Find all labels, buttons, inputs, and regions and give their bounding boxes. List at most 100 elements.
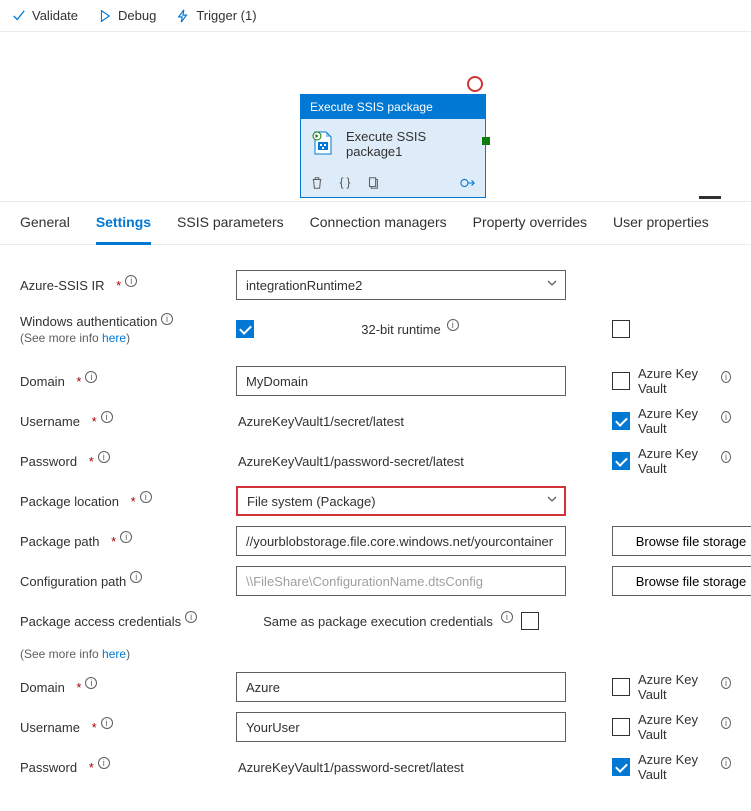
info-icon[interactable]: i <box>721 757 731 769</box>
row-package-path: Package path * i Browse file storage <box>20 521 731 561</box>
activity-body: Execute SSIS package1 <box>301 119 485 169</box>
pipeline-canvas[interactable]: Execute SSIS package Execute SSIS packag… <box>0 32 751 202</box>
info-icon[interactable]: i <box>447 319 459 331</box>
label-configuration-path: Configuration path i <box>20 574 236 589</box>
info-icon[interactable]: i <box>98 757 110 769</box>
tab-user-properties[interactable]: User properties <box>613 202 709 244</box>
info-icon[interactable]: i <box>721 677 731 689</box>
info-icon[interactable]: i <box>721 411 731 423</box>
package-path-input[interactable] <box>236 526 566 556</box>
activity-footer <box>301 169 485 197</box>
row-configuration-path: Configuration path i Browse file storage <box>20 561 731 601</box>
akv-password-checkbox-2[interactable] <box>612 758 630 776</box>
windows-auth-checkbox[interactable] <box>236 320 254 338</box>
tab-ssis-parameters[interactable]: SSIS parameters <box>177 202 284 244</box>
row-azure-ssis-ir: Azure-SSIS IR * i <box>20 263 731 307</box>
info-icon[interactable]: i <box>161 313 173 325</box>
lightning-icon <box>176 9 190 23</box>
label-package-location: Package location * i <box>20 494 236 509</box>
configuration-path-input[interactable] <box>236 566 566 596</box>
runtime-32bit-checkbox[interactable] <box>612 320 630 338</box>
browse-file-storage-button[interactable]: Browse file storage <box>612 526 751 556</box>
tab-general[interactable]: General <box>20 202 70 244</box>
info-icon[interactable]: i <box>101 717 113 729</box>
label-windows-auth: Windows authentication i (See more info … <box>20 314 236 345</box>
label-see-more-info-2: (See more info here) <box>20 647 236 661</box>
info-icon[interactable]: i <box>125 275 137 287</box>
username-value: AzureKeyVault1/secret/latest <box>236 414 404 429</box>
akv-domain-checkbox-2[interactable] <box>612 678 630 696</box>
validate-button[interactable]: Validate <box>12 8 78 23</box>
info-icon[interactable]: i <box>140 491 152 503</box>
label-same-credentials: Same as package execution credentials <box>263 614 493 629</box>
info-icon[interactable]: i <box>501 611 513 623</box>
debug-label: Debug <box>118 8 156 23</box>
akv-password-checkbox[interactable] <box>612 452 630 470</box>
info-icon[interactable]: i <box>721 371 731 383</box>
akv-username-checkbox[interactable] <box>612 412 630 430</box>
akv-domain-checkbox[interactable] <box>612 372 630 390</box>
row-windows-auth: Windows authentication i (See more info … <box>20 307 731 351</box>
info-icon[interactable]: i <box>98 451 110 463</box>
tab-overflow-indicator <box>699 196 721 199</box>
expand-arrow-icon[interactable] <box>460 176 476 190</box>
success-handle-icon[interactable] <box>482 137 490 145</box>
label-username-2: Username * i <box>20 720 236 735</box>
label-password-2: Password * i <box>20 760 236 775</box>
activity-name: Execute SSIS package1 <box>346 129 476 159</box>
info-icon[interactable]: i <box>185 611 197 623</box>
tab-connection-managers[interactable]: Connection managers <box>310 202 447 244</box>
link-here[interactable]: here <box>102 647 126 661</box>
username-input-2[interactable] <box>236 712 566 742</box>
package-location-select[interactable] <box>236 486 566 516</box>
row-see-more-info-2: (See more info here) <box>20 641 731 667</box>
akv-label: Azure Key Vault <box>638 752 713 782</box>
tab-property-overrides[interactable]: Property overrides <box>473 202 587 244</box>
akv-label: Azure Key Vault <box>638 446 713 476</box>
tab-bar: General Settings SSIS parameters Connect… <box>0 202 751 245</box>
info-icon[interactable]: i <box>721 451 731 463</box>
info-icon[interactable]: i <box>721 717 731 729</box>
label-domain: Domain * i <box>20 374 236 389</box>
settings-form: Azure-SSIS IR * i Windows authentication… <box>0 245 751 811</box>
row-package-access-credentials: Package access credentials i Same as pac… <box>20 601 731 641</box>
akv-label: Azure Key Vault <box>638 672 713 702</box>
domain-input[interactable] <box>236 366 566 396</box>
info-icon[interactable]: i <box>120 531 132 543</box>
akv-label: Azure Key Vault <box>638 712 713 742</box>
browse-file-storage-button[interactable]: Browse file storage <box>612 566 751 596</box>
trigger-button[interactable]: Trigger (1) <box>176 8 256 23</box>
check-icon <box>12 9 26 23</box>
akv-username-checkbox-2[interactable] <box>612 718 630 736</box>
label-package-path: Package path * i <box>20 534 236 549</box>
row-username: Username * i AzureKeyVault1/secret/lates… <box>20 401 731 441</box>
domain-input-2[interactable] <box>236 672 566 702</box>
activity-card[interactable]: Execute SSIS package Execute SSIS packag… <box>300 94 486 198</box>
password-value: AzureKeyVault1/password-secret/latest <box>236 454 464 469</box>
label-32bit-runtime: 32-bit runtime <box>361 322 440 337</box>
label-package-access-credentials: Package access credentials i <box>20 614 236 629</box>
validate-label: Validate <box>32 8 78 23</box>
curly-braces-icon[interactable] <box>338 176 352 190</box>
azure-ssis-ir-select[interactable] <box>236 270 566 300</box>
same-credentials-checkbox[interactable] <box>521 612 539 630</box>
label-domain-2: Domain * i <box>20 680 236 695</box>
play-icon <box>98 9 112 23</box>
row-username-2: Username * i Azure Key Vault i <box>20 707 731 747</box>
label-username: Username * i <box>20 414 236 429</box>
info-icon[interactable]: i <box>85 371 97 383</box>
info-icon[interactable]: i <box>101 411 113 423</box>
trigger-label: Trigger (1) <box>196 8 256 23</box>
copy-icon[interactable] <box>366 176 380 190</box>
info-icon[interactable]: i <box>85 677 97 689</box>
toolbar: Validate Debug Trigger (1) <box>0 0 751 32</box>
delete-icon[interactable] <box>310 176 324 190</box>
row-domain: Domain * i Azure Key Vault i <box>20 361 731 401</box>
akv-label: Azure Key Vault <box>638 406 713 436</box>
debug-button[interactable]: Debug <box>98 8 156 23</box>
info-icon[interactable]: i <box>130 571 142 583</box>
row-domain-2: Domain * i Azure Key Vault i <box>20 667 731 707</box>
tab-settings[interactable]: Settings <box>96 202 151 245</box>
link-here[interactable]: here <box>102 331 126 345</box>
row-password: Password * i AzureKeyVault1/password-sec… <box>20 441 731 481</box>
